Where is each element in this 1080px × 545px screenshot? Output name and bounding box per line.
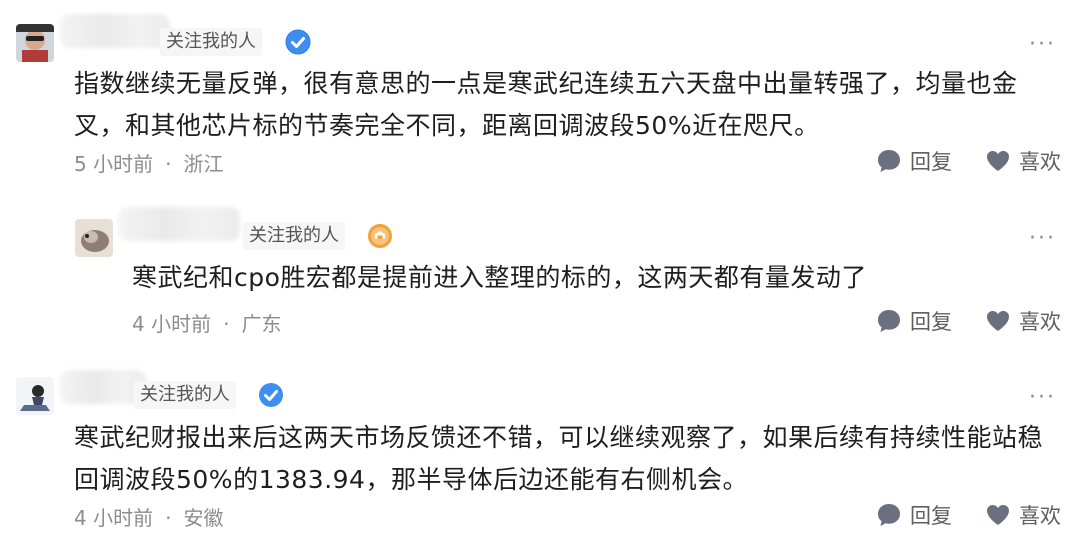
like-button[interactable]: 喜欢 <box>985 146 1061 176</box>
like-label: 喜欢 <box>1019 310 1061 334</box>
like-label: 喜欢 <box>1019 504 1061 528</box>
comment-line: 寒武纪和cpo胜宏都是提前进入整理的标的，这两天都有量发动了 <box>132 263 867 292</box>
location: 广东 <box>241 312 282 336</box>
heart-icon <box>987 505 1009 525</box>
location: 安徽 <box>183 506 224 530</box>
timestamp: 5 小时前 <box>74 152 154 176</box>
reply-button[interactable]: 回复 <box>876 500 952 530</box>
more-options-icon[interactable]: ··· <box>1029 387 1056 409</box>
comment-text: 寒武纪财报出来后这两天市场反馈还不错，可以继续观察了，如果后续有持续性能站稳 回… <box>74 417 1064 501</box>
comment-line: 叉，和其他芯片标的节奏完全不同，距离回调波段50%近在咫尺。 <box>74 111 820 140</box>
comment-text: 指数继续无量反弹，很有意思的一点是寒武纪连续五六天盘中出量转强了，均量也金 叉，… <box>74 63 1064 147</box>
heart-icon <box>987 151 1009 171</box>
heart-icon <box>987 311 1009 331</box>
separator-dot: · <box>223 312 230 336</box>
reply-label: 回复 <box>910 504 952 528</box>
follow-tag: 关注我的人 <box>134 381 236 409</box>
reply-button[interactable]: 回复 <box>876 146 952 176</box>
separator-dot: · <box>165 152 172 176</box>
avatar[interactable] <box>16 24 54 62</box>
avatar-image <box>16 377 54 415</box>
more-options-icon[interactable]: ··· <box>1029 228 1056 250</box>
comment-line: 寒武纪财报出来后这两天市场反馈还不错，可以继续观察了，如果后续有持续性能站稳 <box>74 423 1044 452</box>
comment-line: 指数继续无量反弹，很有意思的一点是寒武纪连续五六天盘中出量转强了，均量也金 <box>74 69 1018 98</box>
like-button[interactable]: 喜欢 <box>985 306 1061 336</box>
reply-icon <box>878 504 900 526</box>
avatar-image <box>16 24 54 62</box>
avatar-image <box>75 219 113 257</box>
reply-button[interactable]: 回复 <box>876 306 952 336</box>
comment-meta: 5 小时前 · 浙江 <box>74 148 223 177</box>
reply-icon <box>878 150 900 172</box>
avatar[interactable] <box>16 377 54 415</box>
more-options-icon[interactable]: ··· <box>1029 34 1056 56</box>
separator-dot: · <box>165 506 172 530</box>
timestamp: 4 小时前 <box>132 312 212 336</box>
username-blurred[interactable] <box>60 14 170 48</box>
avatar[interactable] <box>75 219 113 257</box>
location: 浙江 <box>183 152 224 176</box>
timestamp: 4 小时前 <box>74 506 154 530</box>
like-button[interactable]: 喜欢 <box>985 500 1061 530</box>
verified-badge-icon <box>259 383 283 407</box>
comment-text: 寒武纪和cpo胜宏都是提前进入整理的标的，这两天都有量发动了 <box>132 257 1052 299</box>
username-blurred[interactable] <box>118 207 240 241</box>
like-label: 喜欢 <box>1019 150 1061 174</box>
follow-tag: 关注我的人 <box>160 28 262 56</box>
comment-line: 回调波段50%的1383.94，那半导体后边还能有右侧机会。 <box>74 465 748 494</box>
reply-label: 回复 <box>910 150 952 174</box>
verified-badge-icon <box>285 29 311 55</box>
reply-icon <box>878 310 900 332</box>
comment-meta: 4 小时前 · 广东 <box>132 308 281 337</box>
follow-tag: 关注我的人 <box>243 222 345 250</box>
level-badge-icon <box>368 224 392 248</box>
reply-label: 回复 <box>910 310 952 334</box>
comment-meta: 4 小时前 · 安徽 <box>74 502 223 531</box>
